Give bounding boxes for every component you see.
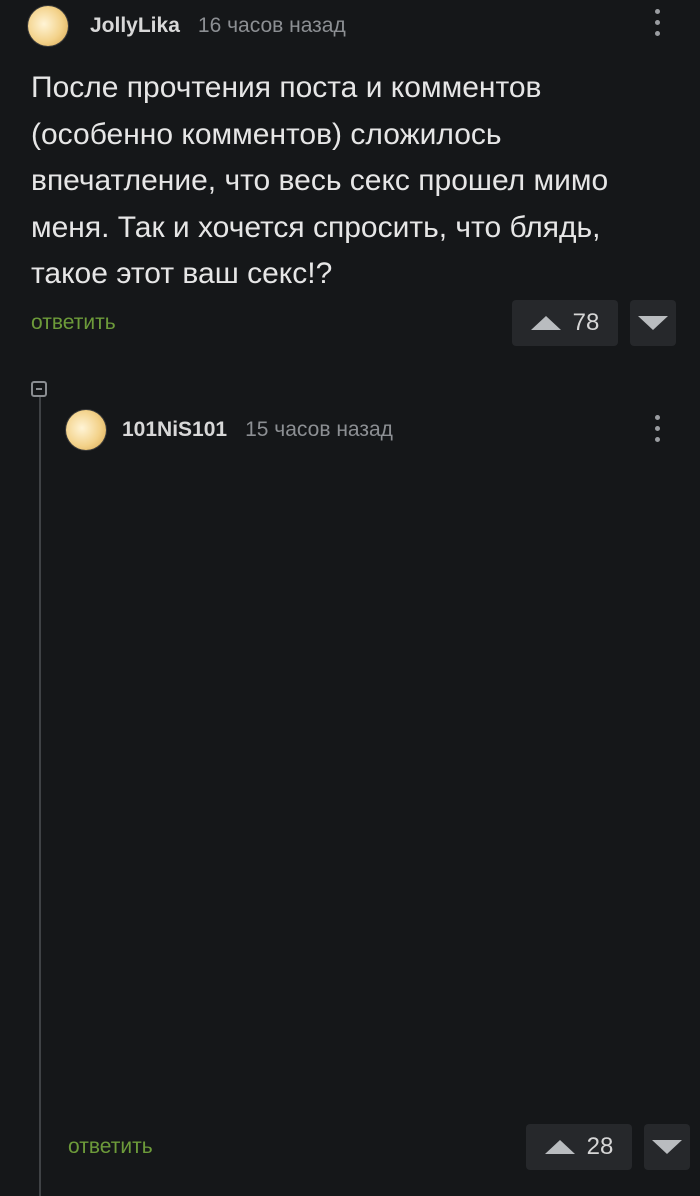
downvote-button[interactable]	[630, 300, 676, 346]
comment-actions: ответить 78	[28, 300, 676, 346]
avatar[interactable]	[28, 6, 68, 46]
vote-score: 78	[572, 309, 600, 336]
comment-reply: 101NiS101 15 часов назад ответить 28	[66, 405, 690, 1170]
comment-timestamp: 15 часов назад	[245, 418, 393, 441]
arrow-up-icon	[544, 1140, 575, 1154]
vote-controls: 78	[512, 300, 676, 346]
comment-header: 101NiS101 15 часов назад	[66, 405, 662, 455]
arrow-down-icon	[638, 316, 668, 330]
more-options-icon[interactable]	[652, 9, 662, 36]
comment-author[interactable]: 101NiS101	[122, 418, 227, 442]
thread-line	[39, 396, 41, 1196]
comment: JollyLika 16 часов назад После прочтения…	[28, 0, 676, 346]
upvote-button[interactable]: 28	[526, 1124, 632, 1170]
more-options-icon[interactable]	[652, 415, 662, 442]
collapse-thread-button[interactable]	[31, 381, 47, 397]
avatar[interactable]	[66, 410, 106, 450]
reply-button[interactable]: ответить	[31, 311, 116, 335]
comment-header: JollyLika 16 часов назад	[28, 1, 662, 51]
vote-controls: 28	[526, 1124, 690, 1170]
comment-actions: ответить 28	[66, 1124, 690, 1170]
downvote-button[interactable]	[644, 1124, 690, 1170]
vote-score: 28	[586, 1133, 614, 1160]
upvote-button[interactable]: 78	[512, 300, 618, 346]
arrow-up-icon	[530, 316, 561, 330]
comment-author[interactable]: JollyLika	[90, 14, 180, 38]
comment-text: После прочтения поста и комментов (особе…	[31, 71, 609, 290]
comment-timestamp: 16 часов назад	[197, 14, 346, 37]
reply-button[interactable]: ответить	[68, 1135, 153, 1159]
comment-text-placeholder	[68, 470, 672, 1118]
arrow-down-icon	[652, 1140, 682, 1154]
